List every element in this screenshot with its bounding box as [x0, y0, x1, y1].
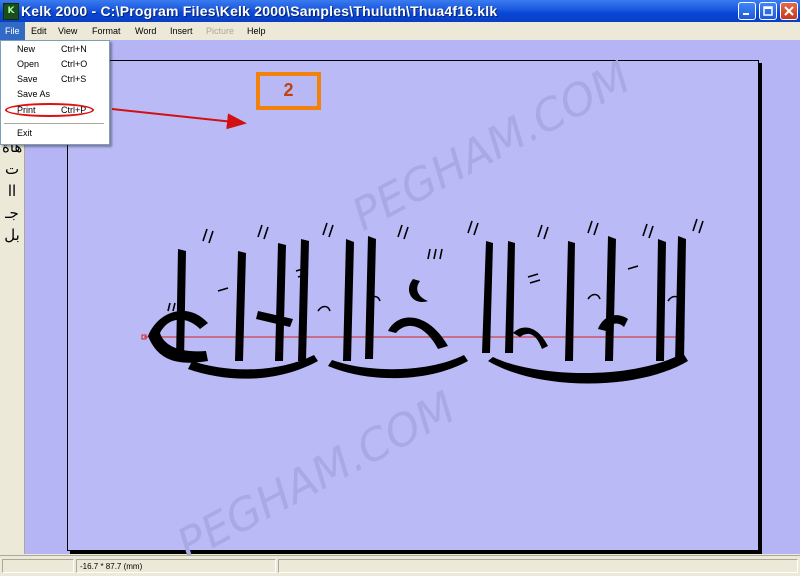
annotation-arrow — [111, 108, 247, 130]
arrow-line-icon — [111, 108, 247, 130]
